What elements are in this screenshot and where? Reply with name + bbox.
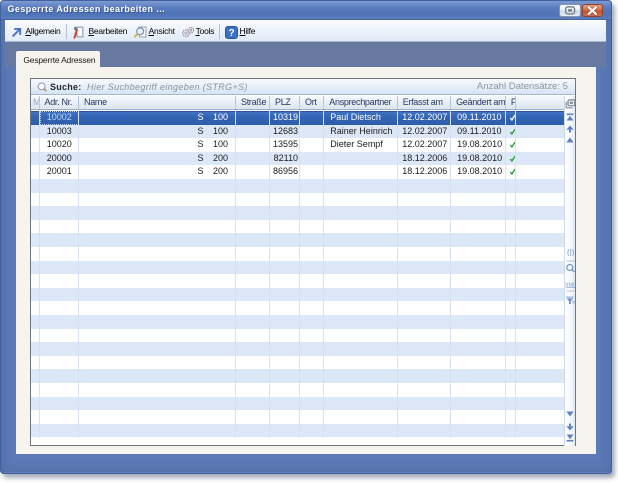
svg-text:(|): (|) bbox=[566, 248, 574, 256]
svg-text:?: ? bbox=[228, 28, 234, 39]
